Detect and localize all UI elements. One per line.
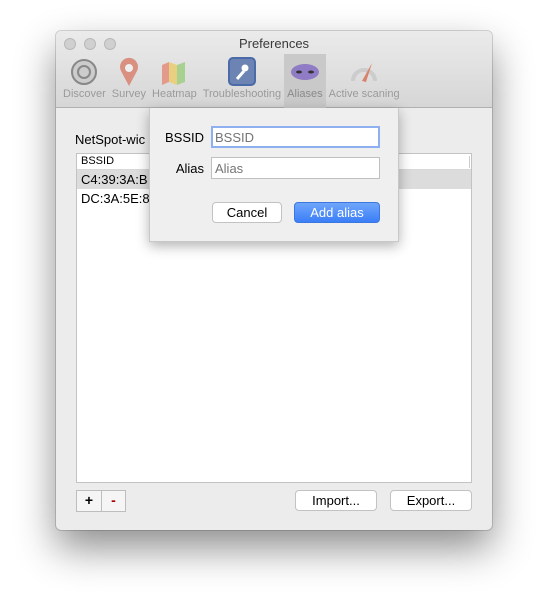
map-icon	[162, 62, 186, 85]
map-pin-icon	[119, 57, 138, 86]
toolbar: Preferences Discover Survey Heatmap Trou…	[56, 31, 492, 108]
import-button[interactable]: Import...	[295, 490, 377, 511]
remove-button[interactable]: -	[101, 491, 125, 511]
tab-survey[interactable]: Survey	[109, 54, 149, 108]
cancel-button[interactable]: Cancel	[212, 202, 282, 223]
tab-label: Troubleshooting	[202, 88, 282, 100]
tab-label: Survey	[111, 88, 147, 100]
gauge-icon	[351, 63, 378, 82]
alias-input[interactable]	[211, 157, 380, 179]
bssid-label: BSSID	[164, 130, 204, 145]
discover-icon	[71, 59, 98, 85]
wrench-icon	[227, 57, 256, 86]
mask-icon	[290, 64, 319, 80]
tab-label: Active scaning	[328, 88, 400, 100]
tab-heatmap[interactable]: Heatmap	[149, 54, 200, 108]
tab-label: Aliases	[287, 88, 323, 100]
alias-label: Alias	[175, 161, 204, 176]
section-label: NetSpot-wic	[75, 132, 146, 147]
tab-label: Heatmap	[152, 88, 197, 100]
tab-label: Discover	[63, 88, 106, 100]
preferences-window: Preferences Discover Survey Heatmap Trou…	[56, 31, 492, 530]
export-button[interactable]: Export...	[390, 490, 472, 511]
add-alias-sheet: BSSID Alias Cancel Add alias	[149, 108, 399, 242]
tab-discover[interactable]: Discover	[60, 54, 109, 108]
add-alias-button[interactable]: Add alias	[294, 202, 380, 223]
tab-troubleshooting[interactable]: Troubleshooting	[200, 54, 284, 108]
tab-active-scaning[interactable]: Active scaning	[326, 54, 403, 108]
window-title: Preferences	[238, 36, 310, 51]
bssid-input[interactable]	[211, 126, 380, 148]
tab-aliases[interactable]: Aliases	[284, 54, 326, 108]
add-button[interactable]: +	[77, 491, 101, 511]
